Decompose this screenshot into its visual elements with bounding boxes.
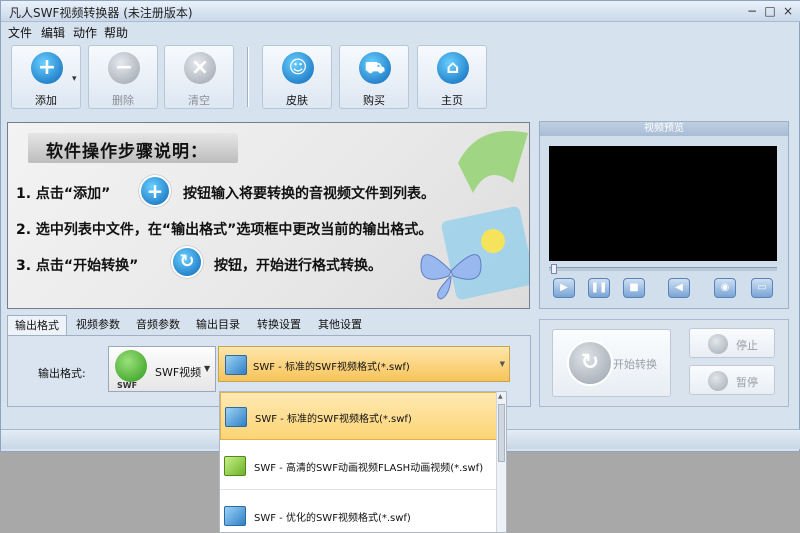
smiley-icon: ☺ xyxy=(282,52,314,84)
dropdown-scrollbar[interactable]: ▲ xyxy=(496,392,506,532)
tab-video-params[interactable]: 视频参数 xyxy=(69,315,127,335)
seek-bar[interactable] xyxy=(549,264,777,274)
stop-button[interactable]: 停止 xyxy=(689,328,775,358)
output-format-label: 输出格式: xyxy=(38,367,86,380)
pause-icon xyxy=(708,371,728,391)
list-item[interactable]: SWF - 优化的SWF视频格式(*.swf) xyxy=(220,492,498,532)
home-icon: ⌂ xyxy=(437,52,469,84)
add-icon: + xyxy=(139,175,171,207)
chevron-down-icon: ▼ xyxy=(499,360,505,368)
step-3-text-cont: 按钮，开始进行格式转换。 xyxy=(214,258,382,274)
title-bar: 凡人SWF视频转换器 (未注册版本) − □ × xyxy=(1,1,800,22)
convert-icon: ↻ xyxy=(171,246,203,278)
seek-handle[interactable] xyxy=(551,264,557,274)
blue-cube-icon xyxy=(225,407,247,427)
scroll-up-icon[interactable]: ▲ xyxy=(498,393,503,400)
step-3-text: 3. 点击“开始转换” xyxy=(16,258,139,274)
toolbar-separator xyxy=(247,47,249,107)
instructions-title: 软件操作步骤说明： xyxy=(28,133,238,163)
add-dropdown-arrow[interactable]: ▾ xyxy=(72,74,77,84)
close-button[interactable]: × xyxy=(779,4,797,18)
instructions-panel: 软件操作步骤说明： 1. 点击“添加” + 按钮输入将要转换的音视频文件到列表。… xyxy=(7,122,530,309)
volume-icon[interactable]: ◀ xyxy=(668,278,690,298)
list-item[interactable]: SWF - 高清的SWF动画视频FLASH动画视频(*.swf) xyxy=(220,442,498,490)
play-icon[interactable]: ▶ xyxy=(553,278,575,298)
blue-cube-icon xyxy=(224,506,246,526)
list-item[interactable]: SWF - 标准的SWF视频格式(*.swf) xyxy=(220,392,498,440)
add-icon: + xyxy=(31,52,63,84)
tab-other-settings[interactable]: 其他设置 xyxy=(311,315,369,335)
home-button[interactable]: ⌂ 主页 xyxy=(417,45,487,109)
window-title: 凡人SWF视频转换器 (未注册版本) xyxy=(9,6,193,20)
scrollbar-thumb[interactable] xyxy=(498,404,505,462)
minimize-button[interactable]: − xyxy=(743,4,761,18)
conversion-controls: ↻ 开始转换 停止 暂停 xyxy=(539,319,789,407)
profile-dropdown-list: SWF - 标准的SWF视频格式(*.swf) SWF - 高清的SWF动画视频… xyxy=(219,391,507,533)
skin-button[interactable]: ☺ 皮肤 xyxy=(262,45,332,109)
add-button[interactable]: + 添加 ▾ xyxy=(11,45,81,109)
main-window: 凡人SWF视频转换器 (未注册版本) − □ × 文件 编辑 动作 帮助 + 添… xyxy=(0,0,800,452)
format-selector[interactable]: SWF SWF视频 ▼ xyxy=(108,346,216,392)
toolbar: + 添加 ▾ − 删除 × 清空 ☺ 皮肤 ⛟ 购买 ⌂ 主页 xyxy=(1,41,800,113)
start-convert-button[interactable]: ↻ 开始转换 xyxy=(552,329,671,397)
convert-icon: ↻ xyxy=(567,340,613,386)
clear-x-icon: × xyxy=(184,52,216,84)
step-2-text: 2. 选中列表中文件，在“输出格式”选项框中更改当前的输出格式。 xyxy=(16,222,433,238)
profile-combobox[interactable]: SWF - 标准的SWF视频格式(*.swf) ▼ xyxy=(218,346,510,382)
tab-output-dir[interactable]: 输出目录 xyxy=(189,315,247,335)
blue-cube-icon xyxy=(225,355,247,375)
clear-button[interactable]: × 清空 xyxy=(164,45,234,109)
menu-edit[interactable]: 编辑 xyxy=(41,24,65,41)
maximize-button[interactable]: □ xyxy=(761,4,779,18)
video-screen xyxy=(549,146,777,261)
chevron-down-icon: ▼ xyxy=(204,364,211,373)
delete-button[interactable]: − 删除 xyxy=(88,45,158,109)
butterfly-icon xyxy=(420,254,482,300)
stop-icon xyxy=(708,334,728,354)
folder-icon[interactable]: ▭ xyxy=(751,278,773,298)
step-1-text-cont: 按钮输入将要转换的音视频文件到列表。 xyxy=(183,186,435,202)
menu-help[interactable]: 帮助 xyxy=(104,24,128,41)
video-preview-panel: 视频预览 ▶ ❚❚ ■ ◀ ◉ ▭ xyxy=(539,121,789,309)
pause-icon[interactable]: ❚❚ xyxy=(588,278,610,298)
stop-icon[interactable]: ■ xyxy=(623,278,645,298)
cart-icon: ⛟ xyxy=(359,52,391,84)
settings-tabs: 输出格式 视频参数 音频参数 输出目录 转换设置 其他设置 xyxy=(7,315,531,335)
green-cube-icon xyxy=(224,456,246,476)
pause-button[interactable]: 暂停 xyxy=(689,365,775,395)
tab-audio-params[interactable]: 音频参数 xyxy=(129,315,187,335)
menu-bar: 文件 编辑 动作 帮助 xyxy=(1,22,800,41)
swf-logo-icon xyxy=(115,350,147,382)
step-1-text: 1. 点击“添加” xyxy=(16,186,111,202)
menu-file[interactable]: 文件 xyxy=(8,24,32,41)
buy-button[interactable]: ⛟ 购买 xyxy=(339,45,409,109)
menu-action[interactable]: 动作 xyxy=(73,24,97,41)
minus-icon: − xyxy=(108,52,140,84)
tab-convert-settings[interactable]: 转换设置 xyxy=(250,315,308,335)
tab-output-format[interactable]: 输出格式 xyxy=(7,315,67,335)
preview-title: 视频预览 xyxy=(540,122,788,136)
snapshot-icon[interactable]: ◉ xyxy=(714,278,736,298)
